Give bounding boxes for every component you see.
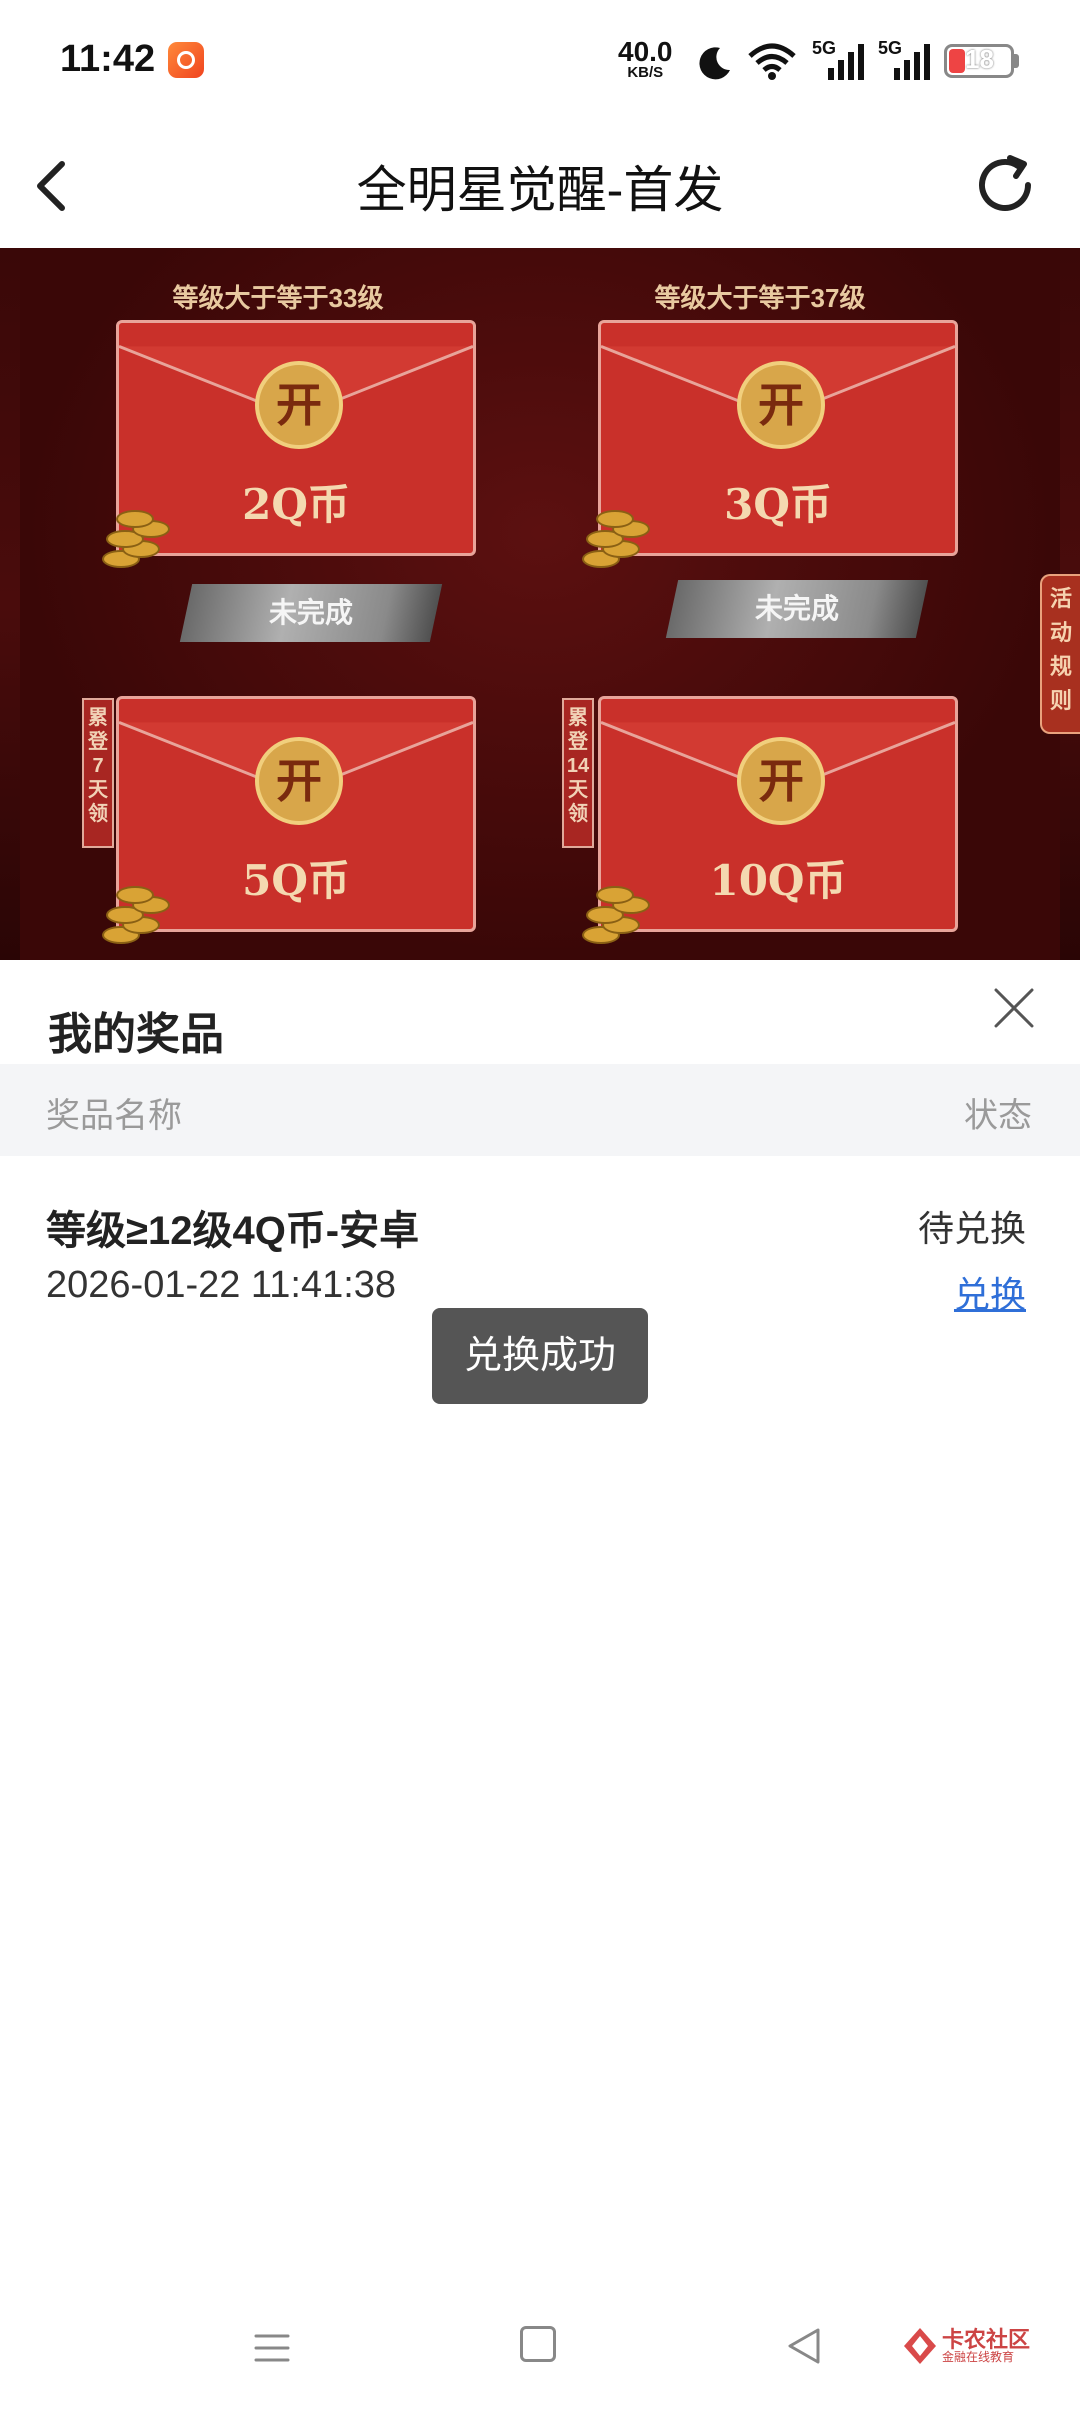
reward-amount: 10Q币 bbox=[709, 856, 847, 905]
cumulative-login-tag: 累登7天领 bbox=[82, 698, 114, 848]
prize-status: 待兑换 bbox=[917, 1208, 1026, 1249]
prize-name: 等级≥12级4Q币-安卓 bbox=[46, 1209, 420, 1253]
nav-menu-button[interactable] bbox=[252, 2328, 292, 2368]
column-header-name: 奖品名称 bbox=[46, 1097, 182, 1135]
close-icon bbox=[994, 988, 1034, 1028]
open-button[interactable]: 开 bbox=[255, 361, 343, 449]
gold-coins-icon bbox=[92, 500, 172, 570]
page-title: 全明星觉醒-首发 bbox=[356, 162, 724, 218]
activity-rules-tab[interactable]: 活动规则 bbox=[1040, 574, 1080, 734]
back-triangle-icon bbox=[788, 2328, 820, 2364]
redeem-link[interactable]: 兑换 bbox=[954, 1266, 1026, 1318]
network-speed: 40.0 KB/S bbox=[618, 38, 673, 82]
open-button[interactable]: 开 bbox=[255, 737, 343, 825]
toast-message: 兑换成功 bbox=[432, 1308, 648, 1404]
prize-timestamp: 2026-01-22 11:41:38 bbox=[46, 1264, 397, 1306]
signal-icon-1: 5G bbox=[812, 38, 868, 82]
battery-level: 18 bbox=[965, 44, 994, 74]
battery-icon: 18 bbox=[944, 44, 1014, 78]
close-button[interactable] bbox=[990, 984, 1038, 1032]
signal-icon-2: 5G bbox=[878, 38, 934, 82]
nav-home-button[interactable] bbox=[520, 2326, 556, 2362]
nav-back-button[interactable] bbox=[784, 2324, 824, 2368]
status-time: 11:42 bbox=[60, 38, 156, 80]
open-button[interactable]: 开 bbox=[737, 737, 825, 825]
wifi-icon bbox=[748, 43, 796, 80]
watermark-logo-icon bbox=[904, 2328, 936, 2364]
network-speed-value: 40.0 bbox=[618, 36, 673, 67]
activity-banner: 等级大于等于33级 开 2Q币 未完成 等级大于等于37级 开 3Q币 未完成 … bbox=[0, 248, 1080, 960]
gold-coins-icon bbox=[92, 876, 172, 946]
red-envelope[interactable]: 开 10Q币 bbox=[598, 696, 958, 932]
reward-amount: 2Q币 bbox=[242, 480, 350, 529]
status-badge: 未完成 bbox=[179, 584, 443, 642]
cumulative-login-tag: 累登14天领 bbox=[562, 698, 594, 848]
moon-icon bbox=[699, 47, 730, 80]
menu-icon bbox=[254, 2334, 290, 2362]
refresh-button[interactable] bbox=[970, 150, 1040, 220]
gold-coins-icon bbox=[572, 500, 652, 570]
app-notification-icon bbox=[168, 42, 204, 78]
reward-amount: 3Q币 bbox=[724, 480, 832, 529]
level-requirement-label: 等级大于等于33级 bbox=[172, 283, 384, 313]
level-requirement-label: 等级大于等于37级 bbox=[654, 283, 866, 313]
panel-title: 我的奖品 bbox=[48, 1010, 224, 1059]
red-envelope[interactable]: 开 3Q币 bbox=[598, 320, 958, 556]
battery-tip bbox=[1014, 54, 1019, 68]
column-header-status: 状态 bbox=[964, 1097, 1032, 1135]
status-badge: 未完成 bbox=[665, 580, 929, 638]
reward-amount: 5Q币 bbox=[242, 856, 350, 905]
gold-coins-icon bbox=[572, 876, 652, 946]
watermark-subtitle: 金融在线教育 bbox=[942, 2350, 1015, 2364]
open-button[interactable]: 开 bbox=[737, 361, 825, 449]
